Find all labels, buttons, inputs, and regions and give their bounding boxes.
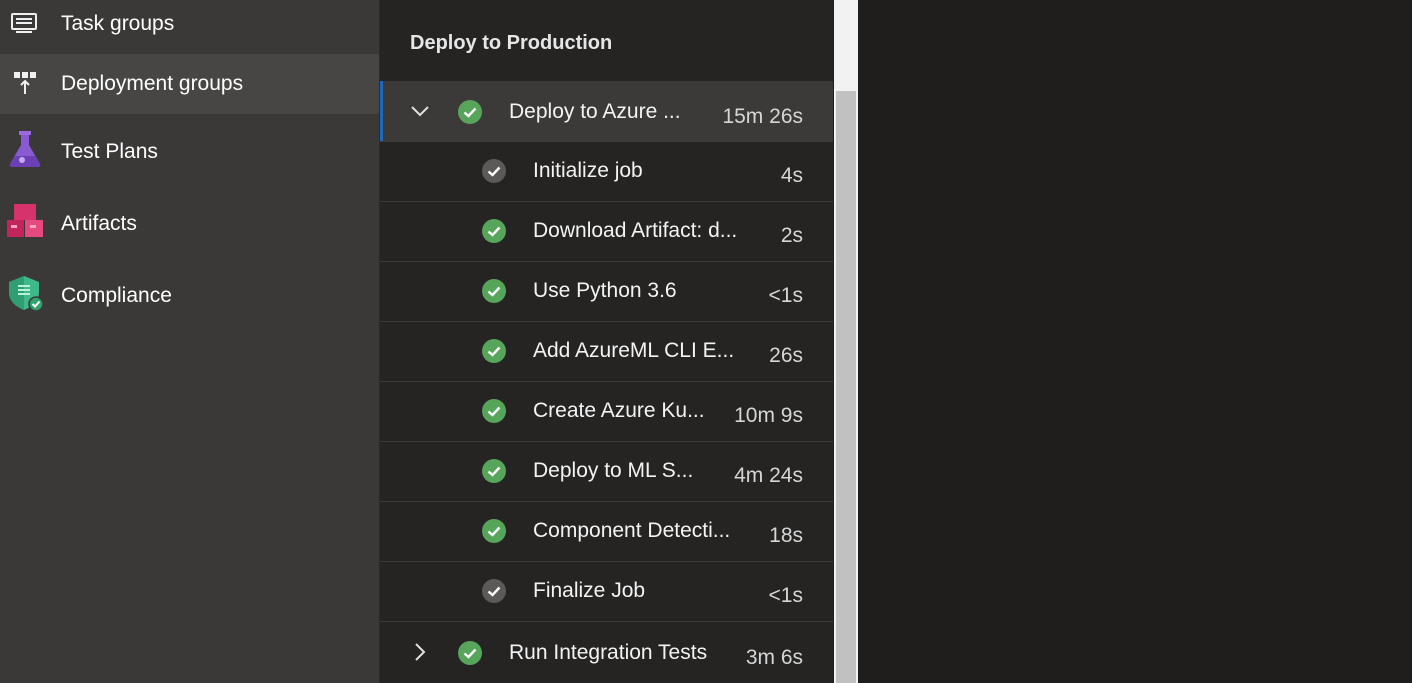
completed-check-icon	[482, 579, 506, 603]
job-duration: 15m 26s	[722, 105, 803, 128]
compliance-icon	[6, 274, 44, 312]
stage-title: Deploy to Production	[410, 32, 613, 54]
step-duration: 4s	[780, 164, 803, 187]
chevron-right-icon[interactable]	[410, 642, 430, 662]
job-steps-panel: Deploy to Production Deploy to Azure ...…	[380, 0, 833, 683]
job-name: Run Integration Tests	[509, 641, 708, 664]
step-name: Create Azure Ku...	[533, 399, 705, 422]
sidebar-item-deployment-groups[interactable]: Deployment groups	[0, 54, 379, 114]
job-name: Deploy to Azure ...	[509, 100, 681, 123]
success-check-icon	[482, 459, 506, 483]
app-root: Task groups Deployment groups Test Plans…	[0, 0, 1412, 683]
log-viewer-area	[859, 0, 1412, 683]
step-duration: <1s	[768, 284, 803, 307]
sidebar-item-label: Test Plans	[61, 140, 158, 163]
step-row[interactable]: Finalize Job <1s	[380, 561, 833, 622]
step-duration: <1s	[768, 584, 803, 607]
chevron-down-icon[interactable]	[410, 101, 430, 121]
sidebar-item-test-plans[interactable]: Test Plans	[0, 120, 379, 184]
task-groups-icon	[6, 5, 44, 43]
step-duration: 4m 24s	[734, 464, 803, 487]
job-row-run-integration-tests[interactable]: Run Integration Tests 3m 6s	[380, 621, 833, 682]
sidebar-item-task-groups[interactable]: Task groups	[0, 0, 379, 54]
sidebar: Task groups Deployment groups Test Plans…	[0, 0, 380, 683]
step-name: Finalize Job	[533, 579, 646, 602]
success-check-icon	[458, 641, 482, 665]
test-plans-icon	[6, 130, 44, 168]
step-name: Initialize job	[533, 159, 643, 182]
sidebar-item-compliance[interactable]: Compliance	[0, 264, 379, 328]
sidebar-item-label: Task groups	[61, 12, 175, 35]
sidebar-item-artifacts[interactable]: Artifacts	[0, 192, 379, 256]
step-duration: 10m 9s	[734, 404, 803, 427]
step-row[interactable]: Download Artifact: d... 2s	[380, 201, 833, 262]
success-check-icon	[482, 399, 506, 423]
sidebar-item-label: Artifacts	[61, 212, 137, 235]
step-duration: 2s	[780, 224, 803, 247]
step-row[interactable]: Component Detecti... 18s	[380, 501, 833, 562]
step-name: Use Python 3.6	[533, 279, 677, 302]
step-duration: 18s	[769, 524, 803, 547]
step-row[interactable]: Add AzureML CLI E... 26s	[380, 321, 833, 382]
job-duration: 3m 6s	[745, 646, 803, 669]
completed-check-icon	[482, 159, 506, 183]
step-name: Download Artifact: d...	[533, 219, 738, 242]
step-duration: 26s	[769, 344, 803, 367]
success-check-icon	[482, 219, 506, 243]
step-name: Add AzureML CLI E...	[533, 339, 735, 362]
sidebar-item-label: Deployment groups	[61, 72, 244, 95]
step-name: Component Detecti...	[533, 519, 731, 542]
scrollbar-thumb[interactable]	[836, 91, 856, 683]
step-row[interactable]: Use Python 3.6 <1s	[380, 261, 833, 322]
success-check-icon	[458, 100, 482, 124]
success-check-icon	[482, 519, 506, 543]
step-row[interactable]: Initialize job 4s	[380, 141, 833, 202]
deployment-groups-icon	[6, 64, 44, 102]
step-row[interactable]: Deploy to ML S... 4m 24s	[380, 441, 833, 502]
success-check-icon	[482, 339, 506, 363]
sidebar-item-label: Compliance	[61, 284, 172, 307]
success-check-icon	[482, 279, 506, 303]
artifacts-icon	[6, 202, 44, 240]
job-row-deploy-to-azure[interactable]: Deploy to Azure ... 15m 26s	[380, 81, 833, 141]
step-row[interactable]: Create Azure Ku... 10m 9s	[380, 381, 833, 442]
step-name: Deploy to ML S...	[533, 459, 694, 482]
